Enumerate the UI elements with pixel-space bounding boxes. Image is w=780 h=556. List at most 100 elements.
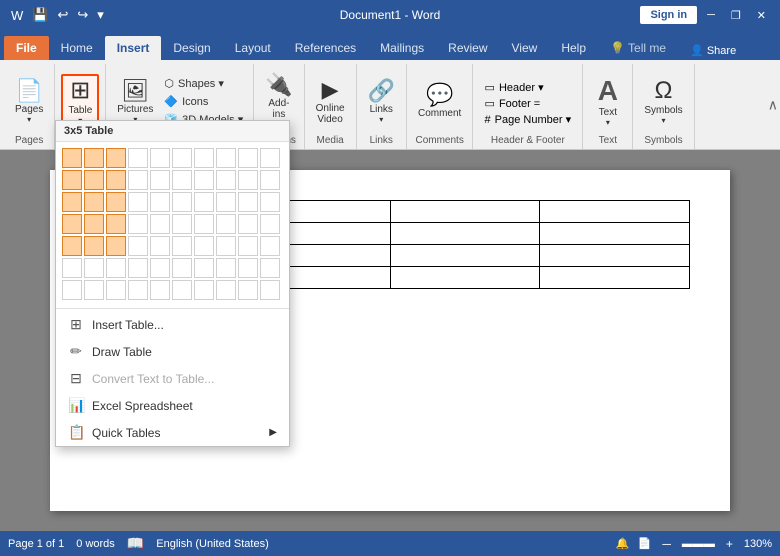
grid-cell[interactable] — [260, 214, 280, 234]
tab-review[interactable]: Review — [436, 36, 499, 60]
grid-cell[interactable] — [84, 192, 104, 212]
grid-cell[interactable] — [194, 236, 214, 256]
tab-design[interactable]: Design — [161, 36, 222, 60]
minimize-button[interactable]: ─ — [701, 7, 721, 23]
grid-cell[interactable] — [128, 170, 148, 190]
grid-cell[interactable] — [106, 236, 126, 256]
page-number-button[interactable]: # Page Number ▾ — [481, 112, 576, 127]
shapes-button[interactable]: ⬡ Shapes ▾ — [160, 75, 247, 92]
grid-cell[interactable] — [194, 280, 214, 300]
grid-cell[interactable] — [172, 258, 192, 278]
proofing-icon[interactable]: 📖 — [127, 535, 144, 552]
zoom-slider[interactable]: ▬▬▬ — [682, 538, 715, 550]
redo-icon[interactable]: ↪ — [74, 5, 91, 25]
close-button[interactable]: ✕ — [751, 7, 772, 24]
tab-tellme[interactable]: 💡 Tell me — [598, 36, 678, 60]
grid-cell[interactable] — [216, 170, 236, 190]
text-button[interactable]: A Text ▾ — [590, 74, 626, 130]
grid-cell[interactable] — [150, 214, 170, 234]
tab-view[interactable]: View — [500, 36, 550, 60]
grid-cell[interactable] — [84, 148, 104, 168]
grid-cell[interactable] — [128, 148, 148, 168]
grid-cell[interactable] — [106, 214, 126, 234]
grid-cell[interactable] — [106, 148, 126, 168]
grid-cell[interactable] — [150, 170, 170, 190]
grid-cell[interactable] — [260, 280, 280, 300]
grid-cell[interactable] — [216, 214, 236, 234]
tab-home[interactable]: Home — [49, 36, 105, 60]
tab-references[interactable]: References — [283, 36, 368, 60]
insert-table-item[interactable]: ⊞ Insert Table... — [56, 311, 289, 338]
grid-cell[interactable] — [84, 214, 104, 234]
quick-tables-item[interactable]: 📋 Quick Tables ▶ — [56, 419, 289, 446]
undo-icon[interactable]: ↩ — [54, 5, 71, 25]
grid-cell[interactable] — [216, 148, 236, 168]
grid-cell[interactable] — [62, 214, 82, 234]
grid-cell[interactable] — [106, 170, 126, 190]
grid-cell[interactable] — [172, 170, 192, 190]
grid-cell[interactable] — [238, 170, 258, 190]
grid-cell[interactable] — [194, 258, 214, 278]
grid-cell[interactable] — [238, 236, 258, 256]
symbols-button[interactable]: Ω Symbols ▾ — [639, 76, 687, 128]
grid-cell[interactable] — [260, 236, 280, 256]
pictures-button[interactable]: 🖼 Pictures ▾ — [112, 77, 158, 127]
grid-cell[interactable] — [172, 192, 192, 212]
share-button[interactable]: 👤 Share — [682, 41, 744, 60]
grid-cell[interactable] — [260, 258, 280, 278]
excel-spreadsheet-item[interactable]: 📊 Excel Spreadsheet — [56, 392, 289, 419]
grid-cell[interactable] — [128, 280, 148, 300]
grid-cell[interactable] — [84, 258, 104, 278]
grid-cell[interactable] — [216, 280, 236, 300]
grid-cell[interactable] — [260, 148, 280, 168]
grid-cell[interactable] — [194, 214, 214, 234]
grid-cell[interactable] — [106, 258, 126, 278]
grid-cell[interactable] — [128, 214, 148, 234]
grid-cell[interactable] — [62, 280, 82, 300]
tab-file[interactable]: File — [4, 36, 49, 60]
tab-help[interactable]: Help — [549, 36, 598, 60]
grid-cell[interactable] — [150, 148, 170, 168]
grid-cell[interactable] — [194, 170, 214, 190]
restore-button[interactable]: ❐ — [725, 7, 747, 24]
comment-button[interactable]: 💬 Comment — [413, 81, 466, 122]
grid-cell[interactable] — [238, 280, 258, 300]
grid-cell[interactable] — [260, 192, 280, 212]
footer-button[interactable]: ▭ Footer = — [481, 96, 576, 111]
grid-cell[interactable] — [172, 214, 192, 234]
grid-cell[interactable] — [62, 148, 82, 168]
grid-cell[interactable] — [150, 258, 170, 278]
zoom-out-button[interactable]: ─ — [659, 537, 674, 551]
links-button[interactable]: 🔗 Links ▾ — [363, 77, 400, 127]
grid-cell[interactable] — [150, 280, 170, 300]
grid-cell[interactable] — [62, 170, 82, 190]
grid-cell[interactable] — [62, 258, 82, 278]
view-icon[interactable]: 📄 — [638, 537, 652, 550]
grid-cell[interactable] — [172, 280, 192, 300]
draw-table-item[interactable]: ✏ Draw Table — [56, 338, 289, 365]
grid-cell[interactable] — [128, 192, 148, 212]
grid-cell[interactable] — [238, 192, 258, 212]
grid-cell[interactable] — [238, 214, 258, 234]
grid-cell[interactable] — [84, 170, 104, 190]
grid-cell[interactable] — [150, 236, 170, 256]
tab-layout[interactable]: Layout — [223, 36, 283, 60]
customize-qa-icon[interactable]: ▾ — [94, 5, 107, 25]
grid-cell[interactable] — [62, 236, 82, 256]
zoom-in-button[interactable]: + — [723, 537, 736, 551]
notifications-icon[interactable]: 🔔 — [616, 537, 630, 550]
grid-cell[interactable] — [216, 192, 236, 212]
header-button[interactable]: ▭ Header ▾ — [481, 80, 576, 95]
pages-button[interactable]: 📄 Pages ▾ — [10, 77, 48, 127]
grid-cell[interactable] — [216, 236, 236, 256]
grid-cell[interactable] — [238, 258, 258, 278]
grid-cell[interactable] — [84, 280, 104, 300]
grid-cell[interactable] — [216, 258, 236, 278]
grid-cell[interactable] — [84, 236, 104, 256]
ribbon-collapse-button[interactable]: ∧ — [768, 96, 778, 113]
save-icon[interactable]: 💾 — [29, 5, 51, 25]
grid-cell[interactable] — [150, 192, 170, 212]
grid-cell[interactable] — [172, 148, 192, 168]
grid-cell[interactable] — [128, 236, 148, 256]
grid-cell[interactable] — [194, 192, 214, 212]
